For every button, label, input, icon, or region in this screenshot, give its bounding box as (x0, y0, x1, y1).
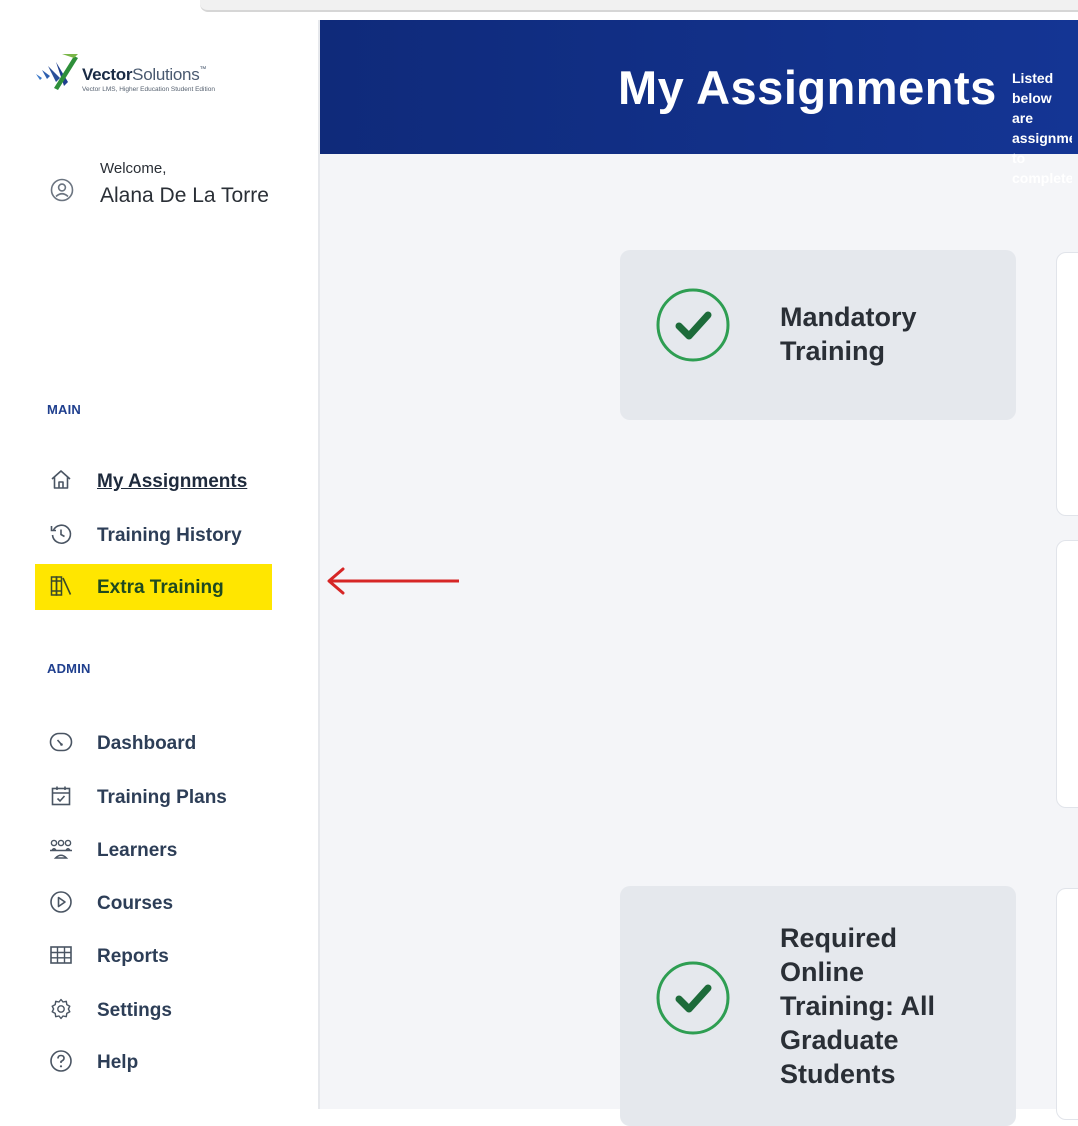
browser-top-strip (200, 0, 1078, 12)
user-circle-icon (50, 178, 74, 202)
nav-label: Dashboard (97, 733, 197, 754)
assignment-card[interactable]: Required Online Training: All Graduate S… (620, 886, 1016, 1126)
nav-item-dashboard[interactable]: Dashboard (35, 720, 272, 766)
gauge-icon (49, 732, 73, 752)
nav-label: Learners (97, 840, 178, 861)
logo-wordmark: VectorSolutions™ (82, 65, 207, 84)
assignment-card[interactable]: Mandatory Training (620, 250, 1016, 420)
table-icon (50, 946, 72, 964)
history-icon (50, 524, 72, 544)
page-subtitle: Listed below are assignments to complete (1012, 70, 1072, 186)
nav-item-help[interactable]: Help (35, 1039, 272, 1085)
logo-subtitle: Vector LMS, Higher Education Student Edi… (82, 86, 215, 93)
calendar-check-icon (51, 786, 71, 806)
nav-label: Help (97, 1052, 139, 1073)
logo[interactable]: VectorSolutions™ Vector LMS, Higher Educ… (34, 52, 294, 112)
nav-label: Training History (97, 525, 242, 546)
nav-label: Courses (97, 893, 174, 914)
sidebar: VectorSolutions™ Vector LMS, Higher Educ… (0, 20, 320, 1109)
check-circle-icon (656, 961, 730, 1035)
user-name: Alana De La Torre (100, 184, 269, 207)
card-title: Required Online Training: All Graduate S… (780, 923, 935, 1089)
nav-item-reports[interactable]: Reports (35, 933, 272, 979)
nav-label: Settings (97, 1000, 172, 1021)
nav-label: My Assignments (97, 471, 248, 492)
nav-item-extra-training[interactable]: Extra Training (35, 564, 272, 610)
assignment-detail-card-edge[interactable] (1056, 540, 1078, 808)
main-content: My Assignments Listed below are assignme… (320, 20, 1078, 1126)
check-circle-icon (656, 288, 730, 362)
red-annotation-arrow-icon (327, 567, 459, 595)
gear-icon (51, 998, 71, 1020)
assignment-detail-card-edge[interactable] (1056, 888, 1078, 1120)
nav-item-courses[interactable]: Courses (35, 880, 272, 926)
help-icon (50, 1050, 72, 1072)
home-icon (51, 470, 71, 489)
page-banner: My Assignments Listed below are assignme… (320, 20, 1078, 186)
people-icon (50, 839, 72, 859)
assignment-detail-card-edge[interactable] (1056, 252, 1078, 516)
page-title: My Assignments (618, 61, 997, 114)
vector-solutions-logo-icon (36, 54, 78, 90)
section-label-main: MAIN (47, 402, 82, 417)
nav-item-settings[interactable]: Settings (35, 987, 272, 1033)
nav-item-training-history[interactable]: Training History (35, 512, 272, 558)
nav-label: Training Plans (97, 787, 227, 808)
nav-label: Reports (97, 946, 169, 967)
nav-item-learners[interactable]: Learners (35, 827, 272, 873)
card-title: Mandatory Training (780, 302, 917, 366)
section-label-admin: ADMIN (47, 661, 91, 676)
nav-item-my-assignments[interactable]: My Assignments (35, 458, 272, 504)
play-circle-icon (50, 891, 72, 913)
nav-label: Extra Training (97, 577, 224, 598)
nav-item-training-plans[interactable]: Training Plans (35, 774, 272, 820)
books-icon (50, 576, 72, 596)
welcome-label: Welcome, (100, 160, 167, 177)
